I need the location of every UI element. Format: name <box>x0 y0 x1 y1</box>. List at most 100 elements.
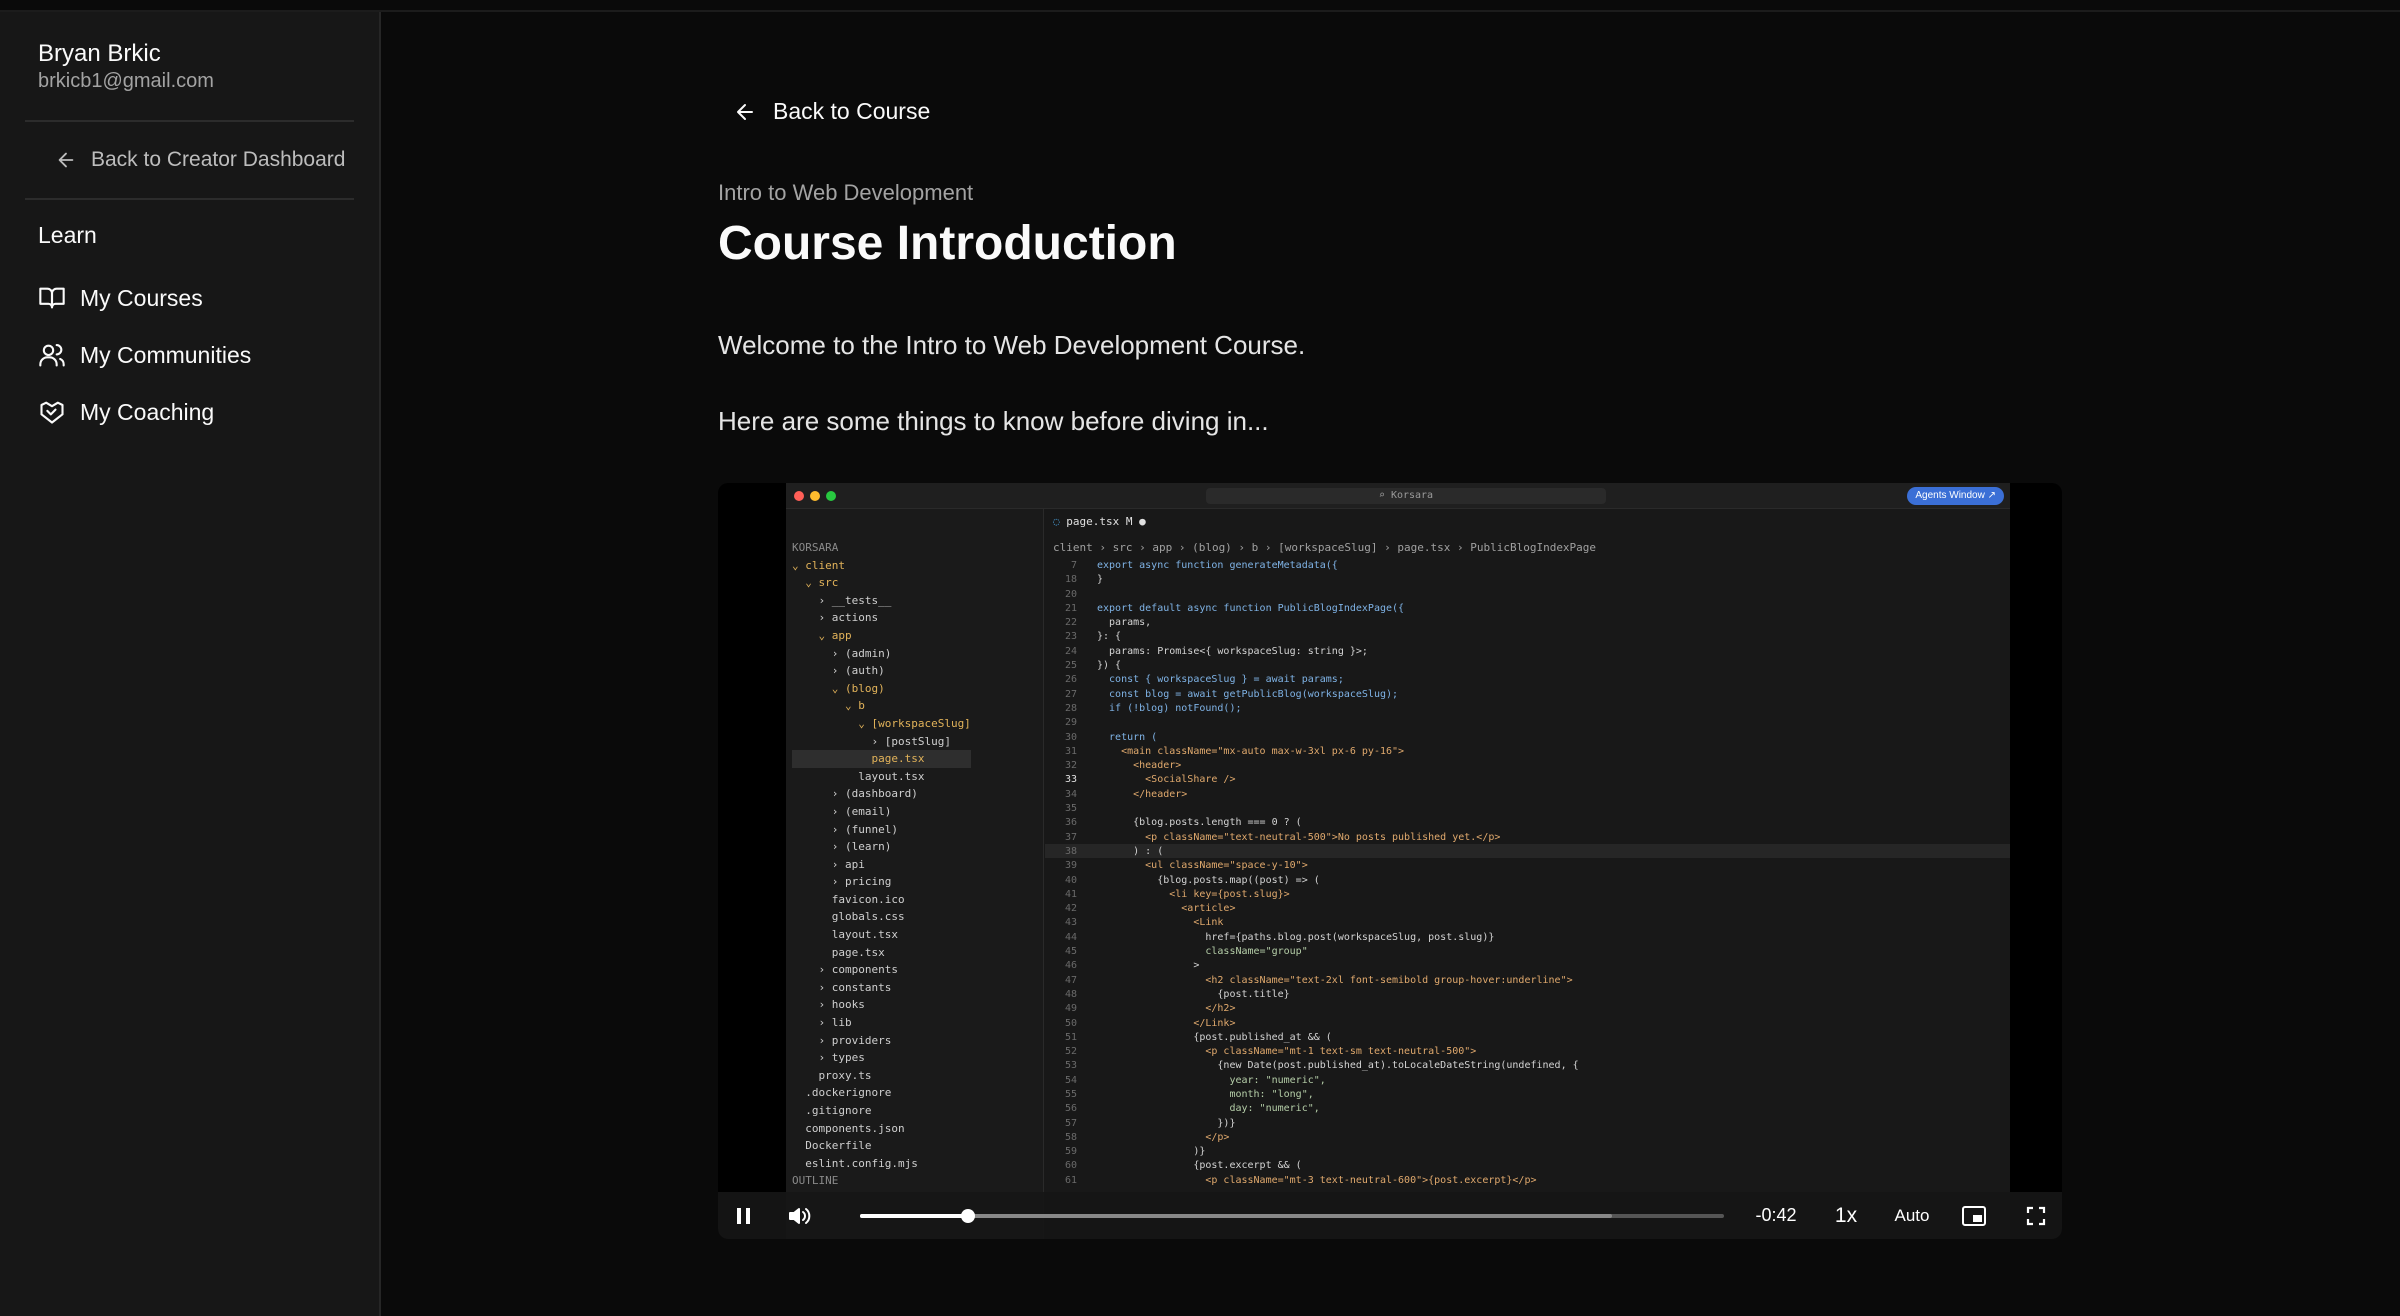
line-number: 23 <box>1064 631 1077 643</box>
picture-in-picture-icon <box>1962 1205 1986 1226</box>
sidebar: Bryan Brkic brkicb1@gmail.com Back to Cr… <box>0 12 381 1316</box>
course-name: Intro to Web Development <box>718 180 974 205</box>
sidebar-item-label: My Coaching <box>80 398 215 425</box>
window-top-edge <box>0 0 2400 12</box>
file-explorer: KORSARA ⌄ client ⌄ src › __tests__ › acti… <box>786 509 1044 1239</box>
file-tree-item: › actions <box>792 611 879 625</box>
file-tree-item: favicon.ico <box>792 892 905 906</box>
code-line: )} <box>1097 1146 1206 1158</box>
file-tree-item: page.tsx <box>792 750 971 768</box>
line-number: 43 <box>1064 917 1077 929</box>
code-line: <p className="text-neutral-500">No posts… <box>1097 831 1501 843</box>
line-number: 57 <box>1064 1117 1077 1129</box>
file-tree-item: ⌄ (blog) <box>792 681 885 695</box>
user-email: brkicb1@gmail.com <box>38 70 214 92</box>
quality-button[interactable]: Auto <box>1884 1192 1940 1239</box>
sidebar-item-my-courses[interactable]: My Courses <box>38 284 203 312</box>
volume-button[interactable] <box>780 1192 820 1239</box>
book-open-icon <box>39 287 65 309</box>
line-number: 42 <box>1064 903 1077 915</box>
picture-in-picture-button[interactable] <box>1954 1192 1994 1239</box>
line-number: 44 <box>1064 931 1077 943</box>
pause-button[interactable] <box>724 1192 764 1239</box>
file-tree-item: › __tests__ <box>792 593 892 607</box>
file-tree-item: globals.css <box>792 910 905 924</box>
file-tree-item: › (email) <box>792 804 892 818</box>
line-number: 59 <box>1064 1146 1077 1158</box>
line-number: 46 <box>1064 960 1077 972</box>
code-line: export default async function PublicBlog… <box>1097 602 1405 614</box>
sidebar-item-my-communities[interactable]: My Communities <box>38 341 251 369</box>
line-number: 25 <box>1064 660 1077 672</box>
page-title: Course Introduction <box>718 217 1177 270</box>
editor-titlebar: ⌕ Korsara Agents Window ↗ <box>786 483 2010 509</box>
code-editor: ◌ page.tsx M ● client › src › app › (blo… <box>1045 509 2010 1239</box>
scrubber-handle[interactable] <box>961 1209 975 1223</box>
quality-label: Auto <box>1894 1205 1930 1225</box>
line-number: 38 <box>1064 845 1077 857</box>
line-number: 18 <box>1064 574 1077 586</box>
file-tree-item: › (admin) <box>792 646 892 660</box>
line-number: 34 <box>1064 788 1077 800</box>
file-tree-item: › lib <box>792 1016 852 1030</box>
minimize-dot <box>810 491 820 501</box>
video-player[interactable]: ⌕ Korsara Agents Window ↗ KORSARA ⌄ clien… <box>718 483 2062 1239</box>
code-line: })} <box>1097 1117 1236 1129</box>
line-number: 27 <box>1064 688 1077 700</box>
sidebar-item-my-coaching[interactable]: My Coaching <box>38 398 214 426</box>
file-tree-item: ⌄ client <box>792 558 845 572</box>
line-numbers: 7 18 20 21 22 23 24 25 26 27 28 29 30 31 32 33 34 35 36 37 3… <box>1045 559 1077 1188</box>
code-line: } <box>1097 574 1104 586</box>
code-line: if (!blog) notFound(); <box>1097 702 1242 714</box>
file-tree-item: layout.tsx <box>792 928 898 942</box>
editor-tab: ◌ page.tsx M ● <box>1053 515 1146 528</box>
back-to-course-link[interactable]: Back to Course <box>733 98 930 125</box>
fullscreen-button[interactable] <box>2016 1192 2056 1239</box>
arrow-left-icon <box>737 103 753 120</box>
code-line: params, <box>1097 617 1152 629</box>
line-number: 50 <box>1064 1017 1077 1029</box>
file-tree-item: › hooks <box>792 998 865 1012</box>
file-tree-item: components.json <box>792 1121 905 1135</box>
line-number: 7 <box>1070 560 1077 571</box>
code-line: const { workspaceSlug } = await params; <box>1097 674 1344 686</box>
sidebar-divider <box>25 198 354 200</box>
file-tree-item: proxy.ts <box>792 1068 872 1082</box>
code-line: }) { <box>1097 660 1122 672</box>
sidebar-divider <box>25 120 354 122</box>
code-line: </Link> <box>1097 1017 1236 1029</box>
playback-speed-button[interactable]: 1x <box>1824 1192 1868 1239</box>
video-frame: ⌕ Korsara Agents Window ↗ KORSARA ⌄ clien… <box>786 483 2010 1239</box>
back-to-course-label: Back to Course <box>773 98 931 124</box>
code-line: month: "long", <box>1097 1088 1314 1100</box>
line-number: 55 <box>1064 1088 1077 1100</box>
agents-window-button: Agents Window ↗ <box>1907 487 2004 505</box>
file-tree-item: › components <box>792 963 898 977</box>
file-tree-item: OUTLINE <box>792 1174 839 1188</box>
file-icon: ◌ <box>1053 515 1067 528</box>
code-line: className="group" <box>1097 946 1308 958</box>
code-line: {blog.posts.length === 0 ? ( <box>1097 817 1302 829</box>
progress-bar[interactable] <box>860 1209 1724 1223</box>
code-line: <h2 className="text-2xl font-semibold gr… <box>1097 974 1573 986</box>
unsaved-dot-icon: ● <box>1132 515 1146 528</box>
editor-search-label: Korsara <box>1390 490 1434 501</box>
search-icon: ⌕ <box>1378 490 1391 501</box>
code-line: <p className="mt-1 text-sm text-neutral-… <box>1097 1046 1477 1058</box>
code-line: year: "numeric", <box>1097 1074 1326 1086</box>
fullscreen-icon <box>2026 1206 2046 1225</box>
code-line: > <box>1097 960 1200 972</box>
code-line: <main className="mx-auto max-w-3xl px-6 … <box>1097 745 1405 757</box>
file-tree-item: › (funnel) <box>792 822 898 836</box>
lesson-paragraph: Here are some things to know before divi… <box>718 406 1269 436</box>
line-number: 36 <box>1064 817 1077 829</box>
file-tree-item: › (auth) <box>792 664 885 678</box>
line-number: 51 <box>1064 1031 1077 1043</box>
file-tree-item: page.tsx <box>792 945 885 959</box>
line-number: 29 <box>1064 717 1077 729</box>
line-number: 49 <box>1064 1003 1077 1015</box>
line-number: 41 <box>1064 888 1077 900</box>
code-line: {post.excerpt && ( <box>1097 1160 1302 1172</box>
back-to-creator-dashboard-link[interactable]: Back to Creator Dashboard <box>55 148 345 172</box>
